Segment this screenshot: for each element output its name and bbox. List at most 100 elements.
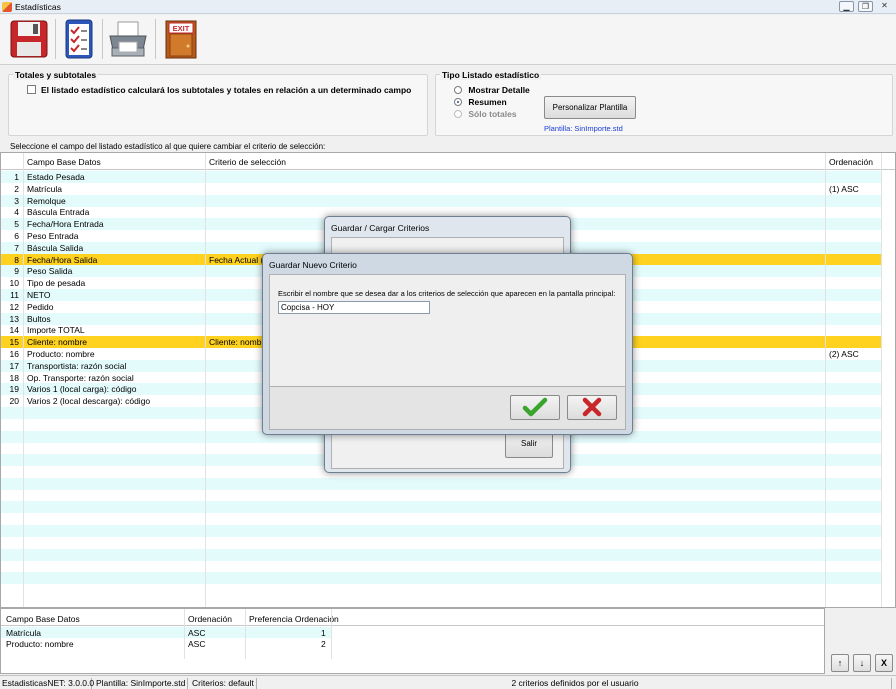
grid-row	[1, 584, 881, 596]
move-down-button[interactable]: ↓	[853, 654, 871, 672]
checkmark-icon	[522, 397, 548, 417]
row-field: Bultos	[27, 313, 51, 324]
row-field: Remolque	[27, 195, 66, 206]
row-number: 18	[9, 372, 19, 383]
new-dialog-body: Escribir el nombre que se desea dar a lo…	[269, 274, 626, 387]
restore-icon[interactable]: ❐	[858, 1, 873, 12]
grid-row	[1, 560, 881, 572]
grid-row	[1, 513, 881, 525]
save-icon[interactable]	[8, 18, 50, 60]
row-number: 13	[9, 313, 19, 324]
row-number: 19	[9, 384, 19, 395]
status-criteria: Criterios: default	[190, 678, 257, 689]
radio-resumen[interactable]: Resumen	[454, 97, 507, 108]
minimize-icon[interactable]: ▁	[839, 1, 854, 12]
new-dialog-prompt: Escribir el nombre que se desea dar a lo…	[278, 289, 616, 298]
row-number: 16	[9, 349, 19, 359]
criteria-name-input[interactable]: Copcisa - HOY	[278, 301, 430, 314]
row-field: NETO	[27, 290, 51, 300]
order-row[interactable]: Matrícula ASC 1	[1, 627, 331, 638]
row-field: Fecha/Hora Entrada	[27, 219, 104, 230]
window-title: Estadísticas	[15, 1, 61, 12]
row-number: 9	[14, 266, 19, 277]
app-icon	[2, 1, 12, 12]
grid-row	[1, 501, 881, 514]
radio-mostrar-detalle[interactable]: Mostrar Detalle	[454, 85, 530, 96]
order-cell-order: ASC	[188, 639, 206, 649]
radio-solo-totales: Sólo totales	[454, 109, 517, 120]
template-label: Plantilla: SinImporte.std	[544, 124, 623, 133]
radio-circle	[454, 110, 462, 118]
status-version: EstadisticasNET: 3.0.0.0	[2, 678, 95, 689]
status-count: 2 criterios definidos por el usuario	[259, 678, 892, 689]
exit-door-icon[interactable]: EXIT	[160, 18, 202, 60]
order-row[interactable]: Producto: nombre ASC 2	[1, 638, 331, 649]
printer-icon[interactable]	[106, 18, 148, 60]
radio-circle[interactable]	[454, 98, 462, 106]
order-cell-pref: 1	[321, 628, 326, 638]
radio-label: Resumen	[468, 97, 507, 107]
radio-circle[interactable]	[454, 86, 462, 94]
order-cell-pref: 2	[321, 639, 326, 649]
confirm-button[interactable]	[510, 395, 560, 420]
cross-icon	[582, 397, 602, 417]
row-number: 15	[9, 337, 19, 348]
row-field: Fecha/Hora Salida	[27, 254, 98, 265]
row-order: (1) ASC	[829, 183, 859, 194]
row-number: 3	[14, 195, 19, 206]
row-number: 1	[14, 172, 19, 182]
row-number: 5	[14, 219, 19, 230]
grid-row[interactable]: 1 Estado Pesada	[1, 171, 881, 183]
column-header-field[interactable]: Campo Base Datos	[27, 157, 101, 167]
status-template: Plantilla: SinImporte.std	[94, 678, 188, 689]
order-column-field[interactable]: Campo Base Datos	[6, 614, 80, 624]
row-number: 4	[14, 207, 19, 218]
remove-order-button[interactable]: X	[875, 654, 893, 672]
row-order: (2) ASC	[829, 349, 859, 359]
totals-legend: Totales y subtotales	[13, 70, 99, 80]
row-number: 14	[9, 325, 19, 336]
customize-template-button[interactable]: Personalizar Plantilla	[544, 96, 636, 119]
row-field: Cliente: nombre	[27, 337, 88, 348]
grid-row[interactable]: 3 Remolque	[1, 194, 881, 207]
grid-header: Campo Base Datos Criterio de selección O…	[1, 153, 895, 170]
row-number: 7	[14, 242, 19, 253]
row-field: Transportista: razón social	[27, 360, 127, 371]
column-header-criteria[interactable]: Criterio de selección	[209, 157, 286, 167]
checklist-icon[interactable]	[58, 18, 100, 60]
move-up-button[interactable]: ↑	[831, 654, 849, 672]
order-column-order[interactable]: Ordenación	[188, 614, 232, 624]
row-criteria: Fecha Actual (2	[209, 254, 269, 265]
row-field: Pedido	[27, 301, 54, 312]
row-number: 17	[9, 360, 19, 371]
grid-row	[1, 572, 881, 585]
cancel-button[interactable]	[567, 395, 617, 420]
row-field: Báscula Entrada	[27, 207, 90, 218]
order-grid-header: Campo Base Datos Ordenación Preferencia …	[1, 609, 824, 626]
grid-row	[1, 537, 881, 549]
title-bar: Estadísticas ▁ ❐ ✕	[0, 0, 896, 14]
totals-checkbox[interactable]	[27, 85, 36, 94]
new-dialog-title: Guardar Nuevo Criterio	[269, 260, 357, 270]
grid-row	[1, 490, 881, 502]
new-criteria-dialog: Guardar Nuevo Criterio Escribir el nombr…	[262, 253, 633, 435]
listing-legend: Tipo Listado estadístico	[440, 70, 542, 80]
order-column-preference[interactable]: Preferencia Ordenación	[249, 614, 339, 624]
status-bar: EstadisticasNET: 3.0.0.0 Plantilla: SinI…	[0, 675, 896, 689]
row-field: Peso Entrada	[27, 231, 79, 241]
row-number: 6	[14, 231, 19, 241]
row-field: Peso Salida	[27, 266, 73, 277]
order-cell-order: ASC	[188, 628, 206, 638]
toolbar: EXIT	[0, 15, 896, 65]
row-field: Importe TOTAL	[27, 325, 85, 336]
row-field: Varios 1 (local carga): código	[27, 384, 137, 395]
row-field: Estado Pesada	[27, 172, 85, 182]
column-header-order[interactable]: Ordenación	[829, 157, 873, 167]
close-icon[interactable]: ✕	[877, 1, 892, 12]
row-number: 2	[14, 183, 19, 194]
order-grid[interactable]: Campo Base Datos Ordenación Preferencia …	[0, 608, 825, 674]
grid-row	[1, 525, 881, 537]
grid-row[interactable]: 2 Matrícula (1) ASC	[1, 183, 881, 195]
radio-label: Sólo totales	[468, 109, 517, 119]
row-field: Tipo de pesada	[27, 278, 86, 289]
